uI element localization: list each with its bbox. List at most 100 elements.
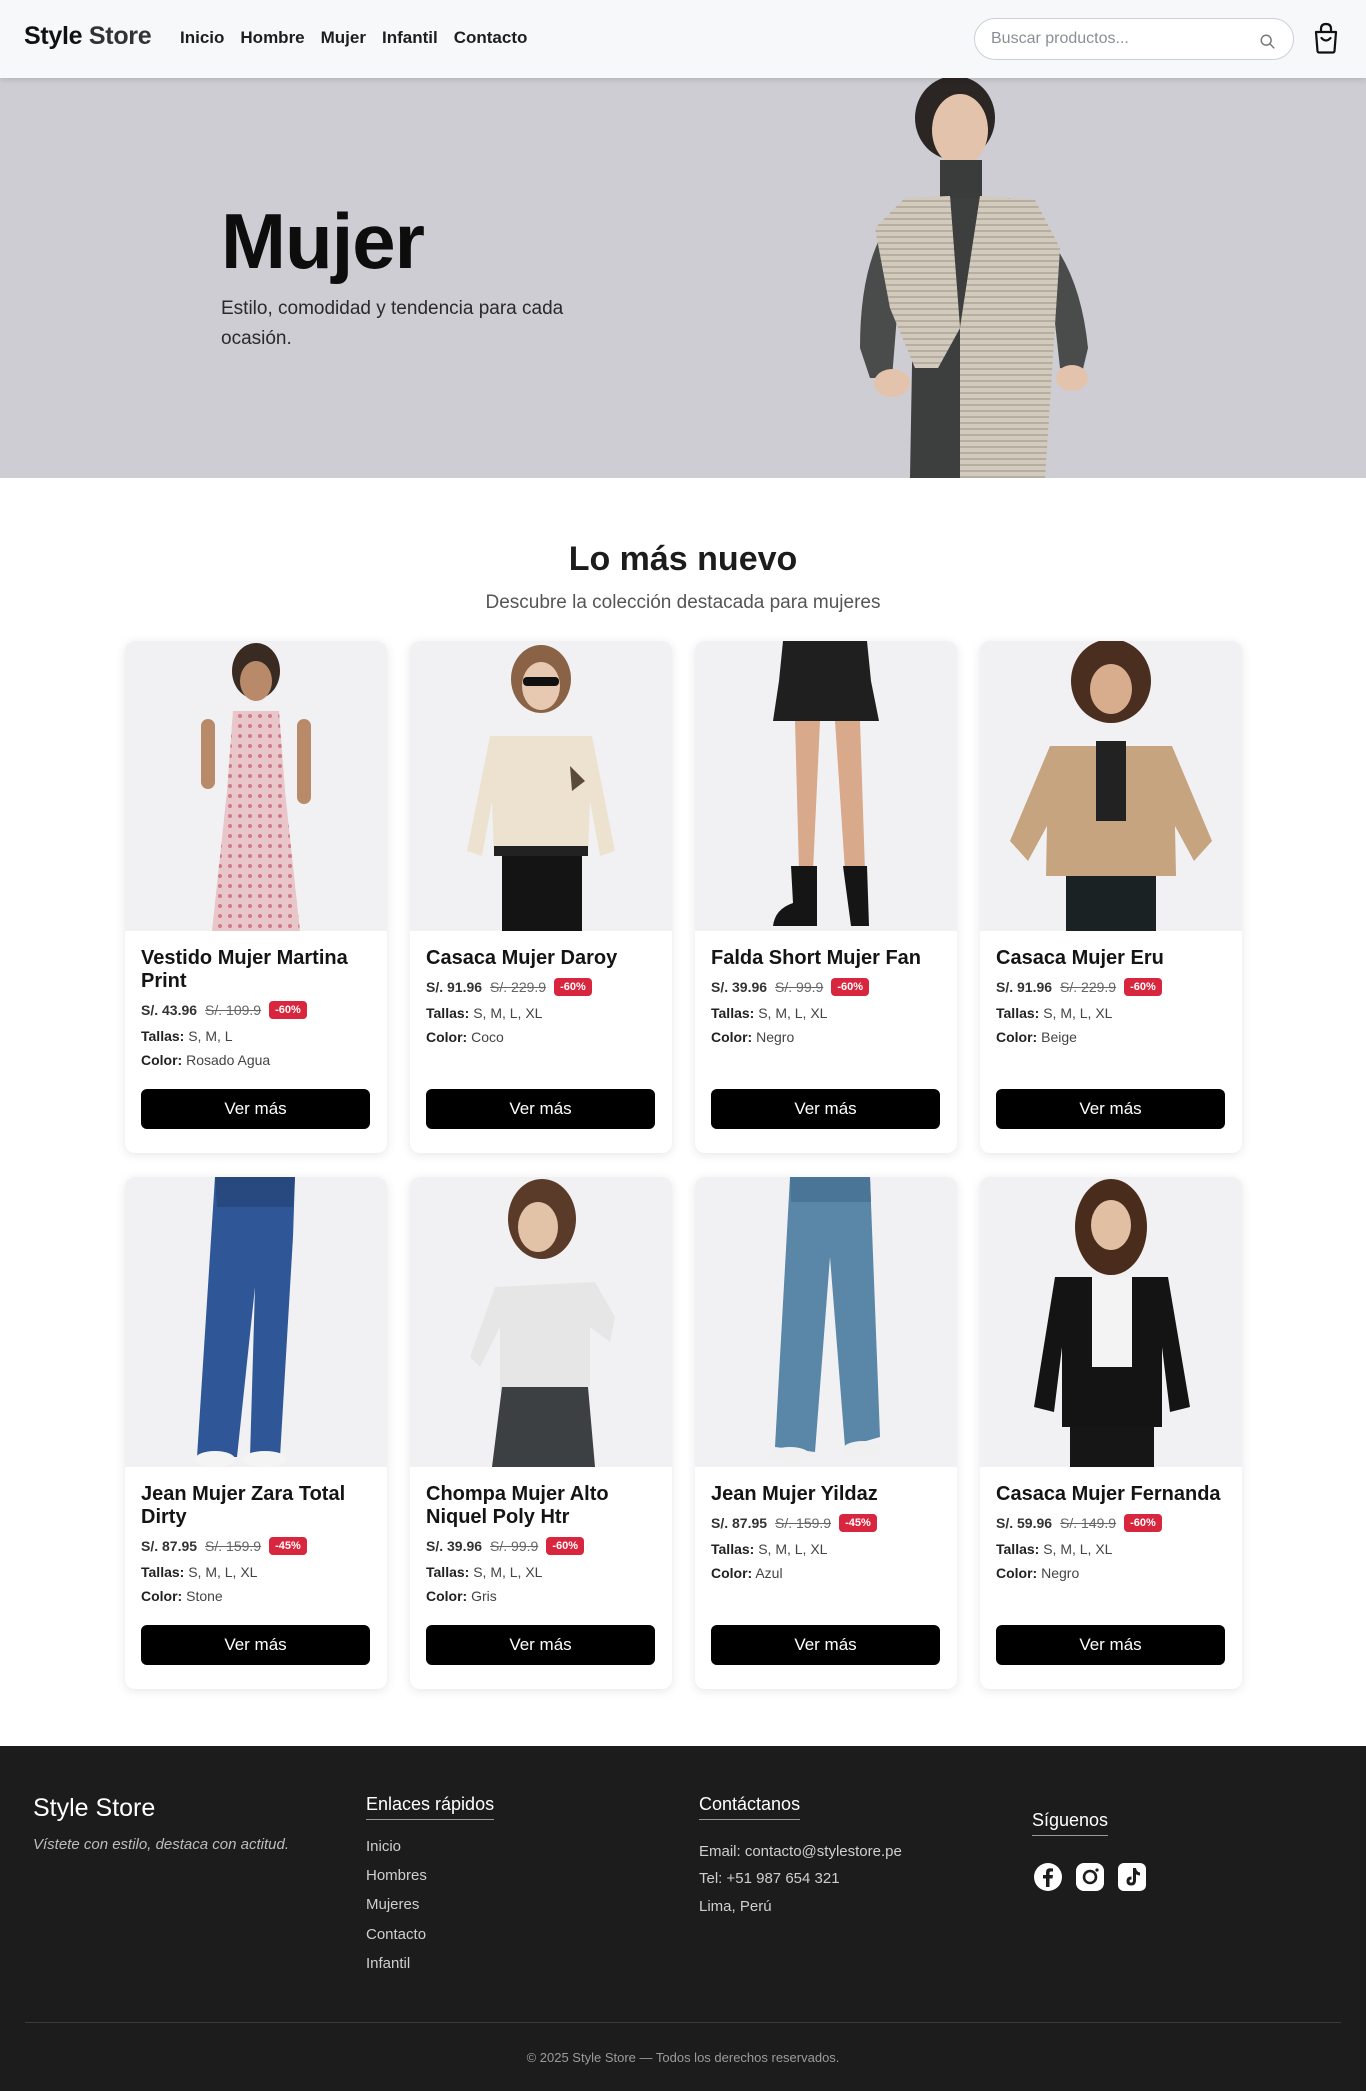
color-value: Stone — [186, 1588, 223, 1604]
sizes-value: S, M, L, XL — [188, 1564, 258, 1580]
hero-banner: Mujer Estilo, comodidad y tendencia para… — [0, 78, 1366, 478]
sizes-row: Tallas: S, M, L, XL — [996, 1005, 1226, 1021]
sizes-label: Tallas: — [141, 1028, 185, 1044]
view-more-button[interactable]: Ver más — [426, 1625, 655, 1665]
footer-divider — [25, 2022, 1341, 2023]
sizes-value: S, M, L, XL — [758, 1005, 828, 1021]
price-row: S/. 39.96 S/. 99.9 -60% — [711, 978, 941, 996]
view-more-button[interactable]: Ver más — [141, 1089, 370, 1129]
product-image[interactable] — [410, 1177, 672, 1467]
nav-link-hombre[interactable]: Hombre — [240, 28, 304, 48]
product-title[interactable]: Falda Short Mujer Fan — [711, 947, 941, 970]
brand-first-word: Style — [24, 22, 83, 50]
color-value: Rosado Agua — [186, 1052, 271, 1068]
discount-badge: -60% — [1124, 978, 1162, 996]
shopping-bag-icon[interactable] — [1311, 22, 1341, 54]
color-row: Color: Beige — [996, 1029, 1226, 1045]
color-row: Color: Azul — [711, 1565, 941, 1581]
current-price: S/. 39.96 — [426, 1538, 483, 1554]
product-image[interactable] — [980, 641, 1242, 931]
product-title[interactable]: Jean Mujer Zara Total Dirty — [141, 1483, 371, 1529]
brand-logo[interactable]: Style Store — [24, 22, 152, 51]
hero-model-image — [860, 78, 1088, 478]
view-more-button[interactable]: Ver más — [141, 1625, 370, 1665]
search-input[interactable] — [991, 30, 1259, 48]
hero-subtitle: Estilo, comodidad y tendencia para cada … — [221, 298, 564, 349]
color-row: Color: Coco — [426, 1029, 656, 1045]
product-card: Chompa Mujer Alto Niquel Poly Htr S/. 39… — [410, 1177, 672, 1689]
section-title: Lo más nuevo — [568, 540, 798, 578]
tiktok-icon[interactable] — [1117, 1862, 1147, 1892]
price-row: S/. 91.96 S/. 229.9 -60% — [426, 978, 656, 996]
footer-link-hombres[interactable]: Hombres — [366, 1867, 427, 1884]
contact-title: Contáctanos — [699, 1794, 801, 1820]
product-image[interactable] — [410, 641, 672, 931]
product-image[interactable] — [695, 1177, 957, 1467]
current-price: S/. 59.96 — [996, 1515, 1053, 1531]
product-image[interactable] — [695, 641, 957, 931]
product-title[interactable]: Vestido Mujer Martina Print — [141, 947, 371, 993]
original-price: S/. 99.9 — [775, 979, 824, 995]
discount-badge: -60% — [546, 1537, 584, 1555]
nav-link-mujer[interactable]: Mujer — [321, 28, 366, 48]
search-icon[interactable] — [1259, 33, 1277, 51]
discount-badge: -45% — [269, 1537, 307, 1555]
original-price: S/. 149.9 — [1060, 1515, 1117, 1531]
product-title[interactable]: Jean Mujer Yildaz — [711, 1483, 941, 1506]
product-image[interactable] — [980, 1177, 1242, 1467]
color-label: Color: — [426, 1029, 468, 1045]
color-label: Color: — [711, 1565, 753, 1581]
sizes-label: Tallas: — [141, 1564, 185, 1580]
color-value: Gris — [471, 1588, 497, 1604]
discount-badge: -45% — [839, 1514, 877, 1532]
product-title[interactable]: Casaca Mujer Daroy — [426, 947, 656, 970]
product-image[interactable] — [125, 641, 387, 931]
facebook-icon[interactable] — [1033, 1862, 1063, 1892]
product-image[interactable] — [125, 1177, 387, 1467]
original-price: S/. 159.9 — [775, 1515, 832, 1531]
sizes-value: S, M, L, XL — [1043, 1541, 1113, 1557]
sizes-row: Tallas: S, M, L, XL — [426, 1005, 656, 1021]
price-row: S/. 39.96 S/. 99.9 -60% — [426, 1537, 656, 1555]
brand-second-word: Store — [88, 22, 152, 50]
product-card: Casaca Mujer Daroy S/. 91.96 S/. 229.9 -… — [410, 641, 672, 1153]
product-title[interactable]: Casaca Mujer Eru — [996, 947, 1226, 970]
sizes-label: Tallas: — [996, 1005, 1040, 1021]
hero-title: Mujer — [221, 197, 425, 285]
color-value: Negro — [756, 1029, 795, 1045]
footer-link-mujeres[interactable]: Mujeres — [366, 1896, 419, 1913]
product-title[interactable]: Chompa Mujer Alto Niquel Poly Htr — [426, 1483, 656, 1529]
sizes-row: Tallas: S, M, L — [141, 1028, 371, 1044]
search-bar — [974, 18, 1294, 60]
contact-location: Lima, Perú — [699, 1898, 772, 1915]
footer-link-contacto[interactable]: Contacto — [366, 1926, 426, 1943]
footer-link-infantil[interactable]: Infantil — [366, 1955, 410, 1972]
sizes-row: Tallas: S, M, L, XL — [711, 1005, 941, 1021]
original-price: S/. 229.9 — [490, 979, 547, 995]
product-card: Casaca Mujer Fernanda S/. 59.96 S/. 149.… — [980, 1177, 1242, 1689]
contact-email[interactable]: Email: contacto@stylestore.pe — [699, 1843, 902, 1860]
price-row: S/. 87.95 S/. 159.9 -45% — [141, 1537, 371, 1555]
view-more-button[interactable]: Ver más — [996, 1089, 1225, 1129]
instagram-icon[interactable] — [1075, 1862, 1105, 1892]
sizes-label: Tallas: — [426, 1005, 470, 1021]
footer-link-inicio[interactable]: Inicio — [366, 1838, 401, 1855]
color-value: Beige — [1041, 1029, 1077, 1045]
footer-tagline: Vístete con estilo, destaca con actitud. — [33, 1836, 289, 1853]
color-row: Color: Rosado Agua — [141, 1052, 371, 1068]
price-row: S/. 59.96 S/. 149.9 -60% — [996, 1514, 1226, 1532]
view-more-button[interactable]: Ver más — [711, 1625, 940, 1665]
sizes-row: Tallas: S, M, L, XL — [141, 1564, 371, 1580]
nav-link-contacto[interactable]: Contacto — [454, 28, 528, 48]
follow-title: Síguenos — [1032, 1810, 1109, 1836]
current-price: S/. 91.96 — [996, 979, 1053, 995]
color-label: Color: — [141, 1052, 183, 1068]
nav-link-inicio[interactable]: Inicio — [180, 28, 224, 48]
view-more-button[interactable]: Ver más — [711, 1089, 940, 1129]
nav-link-infantil[interactable]: Infantil — [382, 28, 438, 48]
view-more-button[interactable]: Ver más — [426, 1089, 655, 1129]
discount-badge: -60% — [269, 1001, 307, 1019]
original-price: S/. 99.9 — [490, 1538, 539, 1554]
view-more-button[interactable]: Ver más — [996, 1625, 1225, 1665]
product-title[interactable]: Casaca Mujer Fernanda — [996, 1483, 1226, 1506]
